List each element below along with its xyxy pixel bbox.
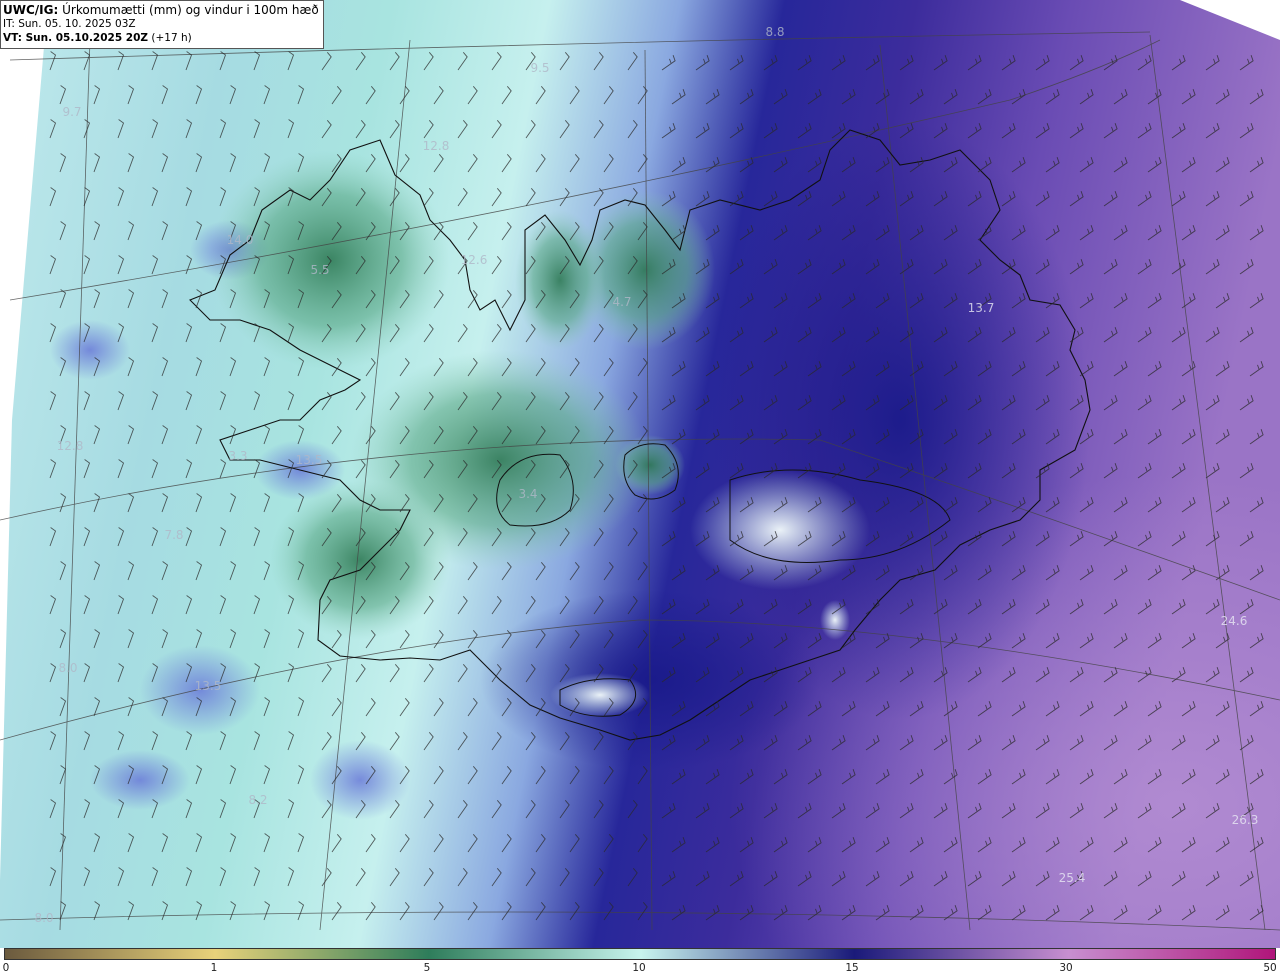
field-value-label: 14.0 [226,233,254,247]
field-value-label: 8.0 [34,911,54,925]
field-value-label: 5.5 [310,263,330,277]
field-value-label: 9.7 [62,105,82,119]
colorbar-tick-label: 0 [2,962,10,974]
field-value-label: 4.7 [612,295,632,309]
field-value-label: 12.6 [460,253,488,267]
colorbar-tick-label: 1 [210,962,218,974]
colorbar-tick-label: 30 [1059,962,1073,974]
field-value-label: 12.8 [422,139,450,153]
model-name: UWC/IG: [3,3,59,17]
field-value-label: 8.8 [765,25,785,39]
field-value-label: 12.8 [56,439,84,453]
field-value-label: 24.6 [1220,614,1248,628]
field-value-label: 13.7 [967,301,995,315]
field-value-label: 3.3 [228,449,248,463]
colorbar-tick-label: 10 [632,962,646,974]
field-value-label: 26.3 [1231,813,1259,827]
colorbar [4,948,1276,960]
product-title: Úrkomumætti (mm) og vindur i 100m hæð [62,3,319,17]
lead-time: (+17 h) [151,32,192,44]
header-line-1: UWC/IG: Úrkomumætti (mm) og vindur i 100… [3,3,319,17]
colorbar-tick-label: 50 [1263,962,1277,974]
field-value-label: 13.5 [295,453,323,467]
colorbar-ticks: 0 1 5 10 15 30 50 [0,962,1280,978]
field-value-label: 13.5 [194,679,222,693]
colorbar-tick-label: 15 [845,962,859,974]
field-value-label: 3.4 [518,487,538,501]
forecast-map [0,0,1280,948]
map-frame: 9.7 9.5 8.8 12.8 14.0 5.5 12.6 4.7 13.7 12.8 3.3 13… [0,0,1280,978]
valid-time-line: VT: Sun. 05.10.2025 20Z (+17 h) [3,31,319,45]
field-value-label: 25.4 [1058,871,1086,885]
colorbar-tick-label: 5 [423,962,431,974]
field-value-label: 8.0 [58,661,78,675]
field-value-label: 7.8 [164,528,184,542]
field-value-label: 8.2 [248,793,268,807]
issue-time: IT: Sun. 05. 10. 2025 03Z [3,18,136,30]
field-value-label: 9.5 [530,61,550,75]
valid-time: VT: Sun. 05.10.2025 20Z [3,32,149,44]
map-header: UWC/IG: Úrkomumætti (mm) og vindur i 100… [0,0,324,49]
